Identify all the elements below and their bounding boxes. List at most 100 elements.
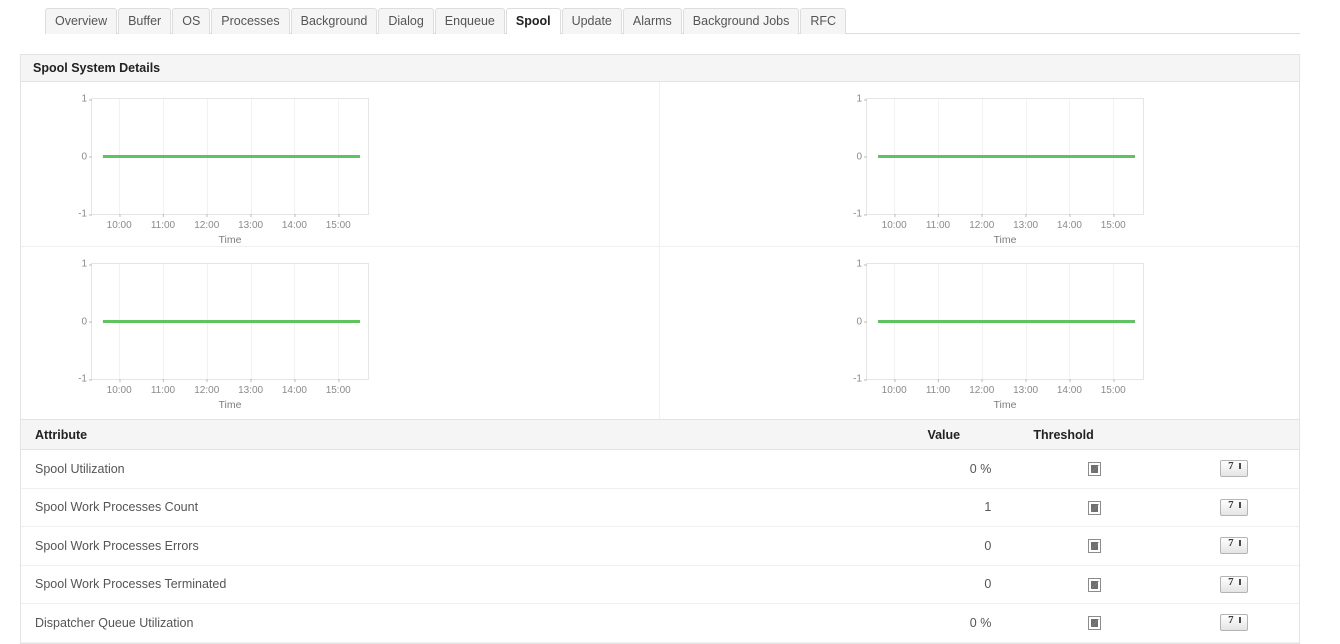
- table-row: Spool Work Processes Terminated0: [21, 565, 1299, 604]
- threshold-edit-icon[interactable]: [1088, 462, 1101, 476]
- chart-1-ytick-0: 1: [856, 94, 862, 105]
- chart-3-xtick-5: 15:00: [1101, 385, 1126, 396]
- row-value: 0 %: [859, 450, 1019, 489]
- chart-cell-2: Dispatcher Queue Utilizatic10-110:0011:0…: [21, 247, 660, 419]
- chart-button-icon[interactable]: [1220, 460, 1248, 477]
- chart-cell-3: Service Queue Pages 10-110:0011:0012:0013…: [660, 247, 1299, 419]
- row-action-cell: [1169, 604, 1299, 643]
- tab-dialog[interactable]: Dialog: [378, 8, 433, 34]
- tab-update[interactable]: Update: [562, 8, 622, 34]
- chart-3-ytick-2: -1: [853, 374, 862, 385]
- tab-buffer[interactable]: Buffer: [118, 8, 171, 34]
- table-body: Spool Utilization0 %Spool Work Processes…: [21, 450, 1299, 643]
- chart-2-xtick-0: 10:00: [107, 385, 132, 396]
- tab-rfc[interactable]: RFC: [800, 8, 846, 34]
- chart-0-plot-area[interactable]: 10-110:0011:0012:0013:0014:0015:00: [91, 98, 369, 215]
- chart-1-xtick-2: 12:00: [969, 220, 994, 231]
- row-threshold-cell: [1019, 527, 1169, 566]
- chart-button-icon[interactable]: [1220, 499, 1248, 516]
- table-row: Dispatcher Queue Utilization0 %: [21, 604, 1299, 643]
- row-action-cell: [1169, 527, 1299, 566]
- row-threshold-cell: [1019, 488, 1169, 527]
- column-header-threshold[interactable]: Threshold: [1019, 420, 1169, 450]
- chart-1-xtick-0: 10:00: [882, 220, 907, 231]
- row-action-cell: [1169, 488, 1299, 527]
- chart-1-x-axis-label: Time: [866, 234, 1144, 246]
- row-attribute-name: Spool Work Processes Errors: [21, 527, 859, 566]
- chart-0-series-line: [103, 155, 360, 158]
- row-action-cell: [1169, 565, 1299, 604]
- chart-3-y-axis-label: Service Queue Pages: [814, 263, 828, 380]
- chart-3-xtick-4: 14:00: [1057, 385, 1082, 396]
- table-header: Attribute Value Threshold: [21, 420, 1299, 450]
- spool-system-details-panel: Spool System Details Spool Utilization10…: [20, 54, 1300, 644]
- chart-3: Service Queue Pages 10-110:0011:0012:0013…: [808, 251, 1148, 419]
- row-attribute-name: Dispatcher Queue Utilization: [21, 604, 859, 643]
- chart-2-xtick-5: 15:00: [326, 385, 351, 396]
- chart-2-ytick-1: 0: [81, 316, 87, 327]
- row-value: 1: [859, 488, 1019, 527]
- chart-2-plot-area[interactable]: 10-110:0011:0012:0013:0014:0015:00: [91, 263, 369, 380]
- chart-button-icon[interactable]: [1220, 614, 1248, 631]
- chart-3-series-line: [878, 320, 1135, 323]
- chart-0-y-axis-label: Spool Utilization: [39, 98, 53, 215]
- chart-1: Request Queue Utilization 10-110:0011:001…: [808, 86, 1148, 247]
- chart-0-xtick-1: 11:00: [151, 220, 175, 231]
- tab-background-jobs[interactable]: Background Jobs: [683, 8, 800, 34]
- chart-1-ytick-2: -1: [853, 209, 862, 220]
- attributes-table: Attribute Value Threshold Spool Utilizat…: [21, 419, 1299, 643]
- row-threshold-cell: [1019, 450, 1169, 489]
- chart-3-plot-area[interactable]: 10-110:0011:0012:0013:0014:0015:00: [866, 263, 1144, 380]
- threshold-edit-icon[interactable]: [1088, 616, 1101, 630]
- threshold-edit-icon[interactable]: [1088, 578, 1101, 592]
- tab-enqueue[interactable]: Enqueue: [435, 8, 505, 34]
- row-threshold-cell: [1019, 565, 1169, 604]
- tab-alarms[interactable]: Alarms: [623, 8, 682, 34]
- table-row: Spool Work Processes Count1: [21, 488, 1299, 527]
- column-header-value[interactable]: Value: [859, 420, 1019, 450]
- chart-cell-1: Request Queue Utilization 10-110:0011:001…: [660, 82, 1299, 247]
- chart-0-ytick-2: -1: [78, 209, 87, 220]
- panel-title: Spool System Details: [21, 55, 1299, 82]
- row-threshold-cell: [1019, 604, 1169, 643]
- table-row: Spool Work Processes Errors0: [21, 527, 1299, 566]
- chart-2-xtick-2: 12:00: [194, 385, 219, 396]
- tab-background[interactable]: Background: [291, 8, 378, 34]
- chart-0-xtick-0: 10:00: [107, 220, 132, 231]
- row-attribute-name: Spool Work Processes Terminated: [21, 565, 859, 604]
- chart-3-xtick-2: 12:00: [969, 385, 994, 396]
- chart-1-xtick-3: 13:00: [1013, 220, 1038, 231]
- tab-spool[interactable]: Spool: [506, 8, 561, 34]
- chart-grid: Spool Utilization10-110:0011:0012:0013:0…: [21, 82, 1299, 419]
- tab-processes[interactable]: Processes: [211, 8, 289, 34]
- chart-cell-0: Spool Utilization 10-110:0011:0012:0013:0…: [21, 82, 660, 247]
- chart-0: Spool Utilization 10-110:0011:0012:0013:0…: [33, 86, 373, 247]
- chart-1-plot-area[interactable]: 10-110:0011:0012:0013:0014:0015:00: [866, 98, 1144, 215]
- chart-1-y-axis-label: Request Queue Utilization: [814, 98, 828, 215]
- table-header-row: Attribute Value Threshold: [21, 420, 1299, 450]
- column-header-attribute[interactable]: Attribute: [21, 420, 859, 450]
- tab-os[interactable]: OS: [172, 8, 210, 34]
- threshold-edit-icon[interactable]: [1088, 539, 1101, 553]
- chart-0-ytick-1: 0: [81, 151, 87, 162]
- chart-button-icon[interactable]: [1220, 576, 1248, 593]
- chart-2-xtick-3: 13:00: [238, 385, 263, 396]
- row-attribute-name: Spool Work Processes Count: [21, 488, 859, 527]
- chart-2-x-axis-label: Time: [91, 399, 369, 411]
- chart-1-xtick-5: 15:00: [1101, 220, 1126, 231]
- row-value: 0 %: [859, 604, 1019, 643]
- threshold-edit-icon[interactable]: [1088, 501, 1101, 515]
- row-value: 0: [859, 565, 1019, 604]
- row-action-cell: [1169, 450, 1299, 489]
- chart-3-ytick-1: 0: [856, 316, 862, 327]
- chart-1-series-line: [878, 155, 1135, 158]
- chart-0-xtick-3: 13:00: [238, 220, 263, 231]
- chart-2-xtick-1: 11:00: [151, 385, 175, 396]
- chart-button-icon[interactable]: [1220, 537, 1248, 554]
- tab-overview[interactable]: Overview: [45, 8, 117, 34]
- chart-0-xtick-2: 12:00: [194, 220, 219, 231]
- chart-1-ytick-1: 0: [856, 151, 862, 162]
- chart-0-xtick-4: 14:00: [282, 220, 307, 231]
- row-attribute-name: Spool Utilization: [21, 450, 859, 489]
- chart-3-xtick-0: 10:00: [882, 385, 907, 396]
